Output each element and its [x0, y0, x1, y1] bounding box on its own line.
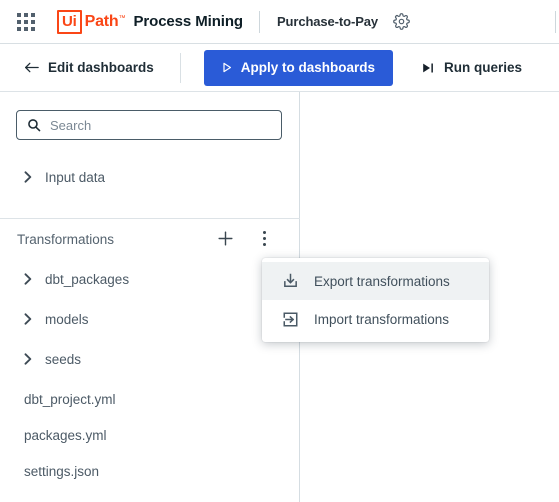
left-sidebar: Input data Transformations dbt_packages [0, 92, 300, 502]
project-name[interactable]: Purchase-to-Pay [277, 14, 378, 29]
search-icon [27, 118, 41, 132]
transformations-section-header: Transformations [0, 222, 300, 256]
sidebar-item-label: dbt_project.yml [24, 391, 116, 407]
apply-to-dashboards-button[interactable]: Apply to dashboards [203, 49, 394, 86]
toolbar-divider [179, 52, 181, 83]
play-to-end-icon [422, 62, 435, 74]
uipath-logo[interactable]: Ui Path ™ [57, 9, 126, 34]
sidebar-item-label: seeds [45, 351, 82, 367]
transformations-title: Transformations [17, 231, 115, 247]
top-header: Ui Path ™ Process Mining Purchase-to-Pay [0, 0, 559, 44]
download-tray-icon [281, 273, 299, 290]
sidebar-divider [0, 218, 300, 219]
logo-trademark-icon: ™ [118, 14, 126, 22]
chevron-right-icon [21, 353, 34, 365]
sidebar-item-input-data[interactable]: Input data [0, 163, 300, 191]
sidebar-item-dbt-packages[interactable]: dbt_packages [0, 265, 300, 293]
kebab-vertical-icon[interactable] [253, 226, 275, 250]
chevron-right-icon [21, 171, 34, 183]
plus-icon[interactable] [213, 226, 237, 250]
sidebar-item-label: settings.json [24, 463, 100, 479]
run-queries-label: Run queries [444, 60, 523, 75]
sidebar-item-label: models [45, 311, 89, 327]
edit-dashboards-label: Edit dashboards [48, 60, 154, 75]
gear-icon[interactable] [391, 12, 411, 32]
sidebar-item-packages-yml[interactable]: packages.yml [0, 421, 300, 449]
menu-item-export-transformations[interactable]: Export transformations [262, 262, 489, 300]
app-root: Ui Path ™ Process Mining Purchase-to-Pay… [0, 0, 559, 502]
sidebar-item-models[interactable]: models [0, 305, 300, 333]
action-toolbar: Edit dashboards Apply to dashboards Run … [0, 44, 559, 92]
apps-grid-icon[interactable] [17, 12, 35, 31]
menu-item-label: Export transformations [314, 273, 450, 289]
sidebar-item-dbt-project-yml[interactable]: dbt_project.yml [0, 385, 300, 413]
sidebar-item-label: packages.yml [24, 427, 107, 443]
arrow-into-box-icon [281, 311, 299, 328]
header-divider-1 [258, 10, 260, 33]
run-queries-button[interactable]: Run queries [422, 60, 522, 75]
logo-path-text: Path [84, 12, 119, 30]
apply-to-dashboards-label: Apply to dashboards [240, 60, 376, 75]
play-triangle-icon [222, 62, 232, 73]
sidebar-item-label: dbt_packages [45, 271, 130, 287]
sidebar-item-seeds[interactable]: seeds [0, 345, 300, 373]
product-title: Process Mining [133, 13, 243, 30]
search-box[interactable] [16, 110, 282, 140]
logo-ui-box: Ui [57, 9, 82, 34]
header-divider-2 [555, 10, 557, 33]
menu-item-label: Import transformations [314, 311, 450, 327]
arrow-left-icon [24, 61, 39, 74]
menu-item-import-transformations[interactable]: Import transformations [262, 300, 489, 338]
search-input[interactable] [50, 117, 250, 133]
sidebar-item-input-data-label: Input data [45, 169, 106, 185]
transformations-context-menu: Export transformations Import transforma… [262, 258, 489, 342]
edit-dashboards-button[interactable]: Edit dashboards [24, 60, 154, 75]
chevron-right-icon [21, 313, 34, 325]
sidebar-item-settings-json[interactable]: settings.json [0, 457, 300, 485]
chevron-right-icon [21, 273, 34, 285]
